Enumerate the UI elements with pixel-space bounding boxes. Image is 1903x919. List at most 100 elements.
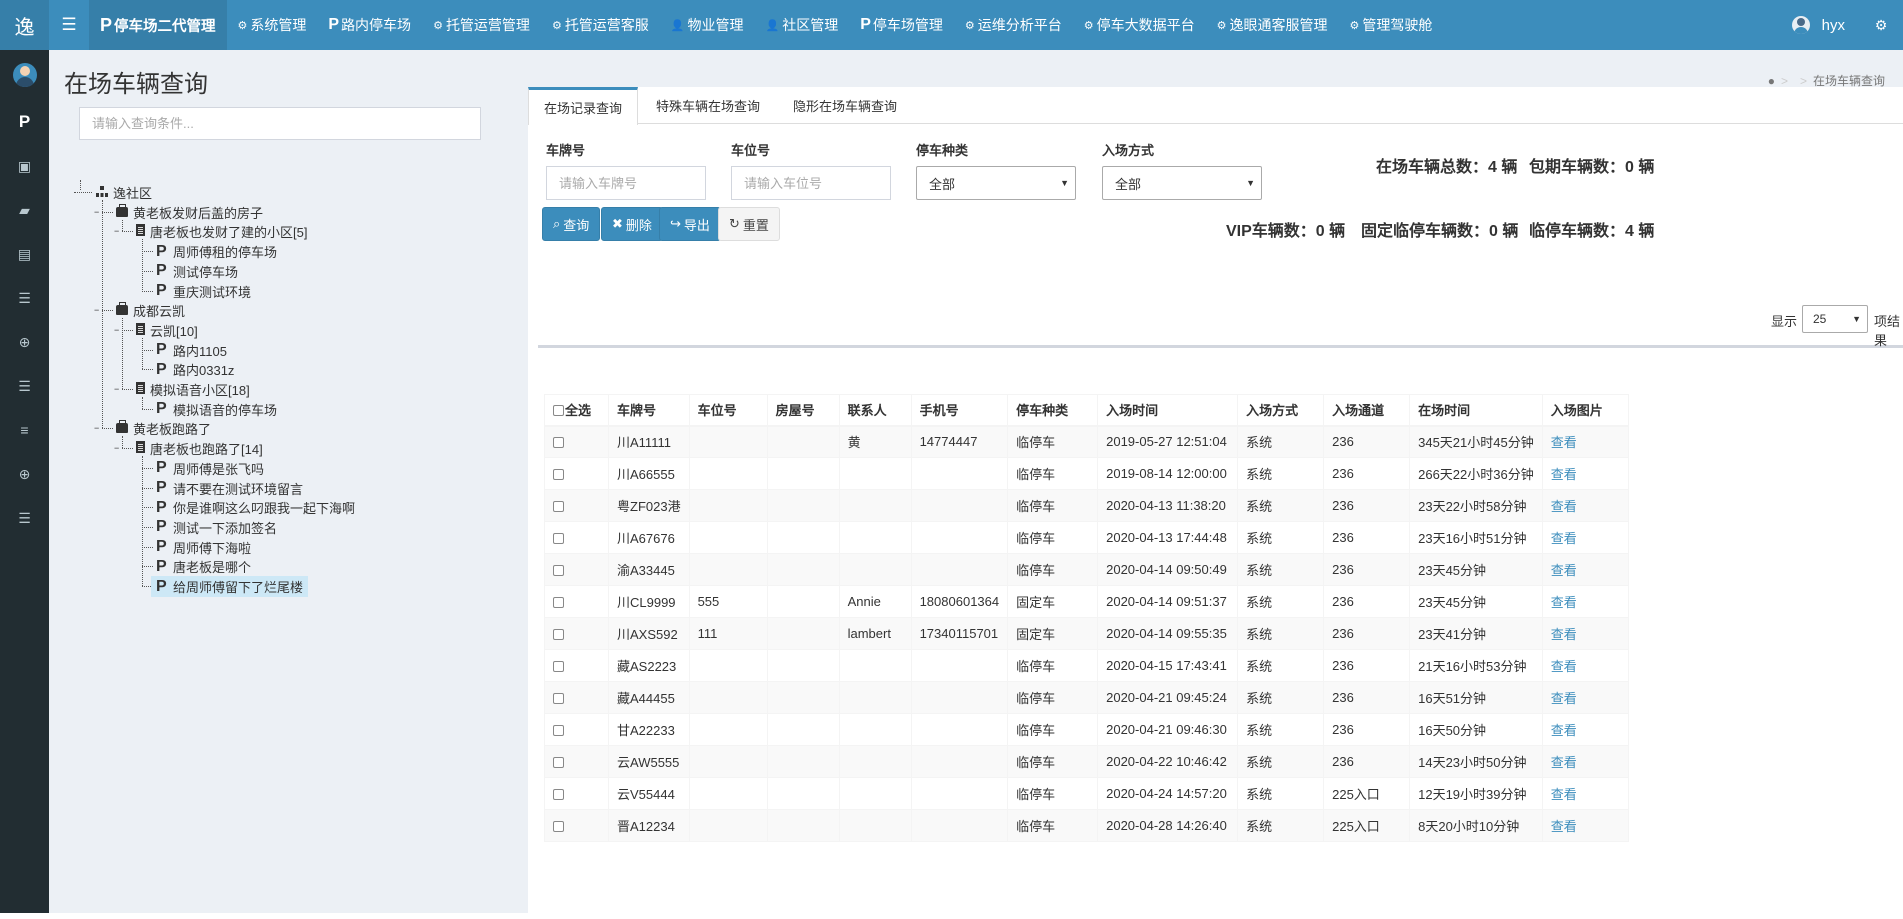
table-row[interactable]: 渝A33445 临停车 2020-04-14 09:50:49 系统 236 23天45分…	[544, 553, 1629, 586]
sidebar-search-plus-icon-2[interactable]: ⊕	[0, 452, 49, 496]
column-header[interactable]: 入场时间	[1097, 394, 1239, 427]
sidebar-list-icon[interactable]: ☰	[0, 276, 49, 320]
column-header[interactable]: 在场时间	[1409, 394, 1543, 427]
tree-node[interactable]: 唐老板也发财了建的小区[5]	[136, 221, 307, 242]
tree-node[interactable]: 黄老板发财后盖的房子	[116, 202, 263, 223]
table-row[interactable]: 川CL9999 555 Annie 18080601364 固定车 2020-04-14 …	[544, 585, 1629, 618]
tree-toggle-icon[interactable]: −	[114, 227, 125, 236]
view-image-link[interactable]: 查看	[1541, 553, 1629, 586]
sidebar-user-avatar[interactable]	[0, 50, 49, 100]
view-image-link[interactable]: 查看	[1541, 809, 1629, 842]
type-select[interactable]: 全部 ▼	[916, 166, 1076, 200]
page-size-select[interactable]: 25 ▼	[1802, 305, 1868, 333]
user-menu[interactable]: hyx	[1778, 16, 1859, 34]
column-header[interactable]: 入场通道	[1323, 394, 1411, 427]
table-row[interactable]: 藏AS2223 临停车 2020-04-15 17:43:41 系统 236 21天16小…	[544, 649, 1629, 682]
sidebar-parking-icon[interactable]: P	[0, 100, 49, 144]
row-checkbox[interactable]	[553, 437, 564, 449]
tree-node[interactable]: 成都云凯	[116, 300, 185, 321]
export-button[interactable]: ↪ 导出	[659, 207, 721, 241]
tree-node[interactable]: P 路内1105	[156, 340, 227, 361]
table-row[interactable]: 藏A44455 临停车 2020-04-21 09:45:24 系统 236 16天51分…	[544, 681, 1629, 714]
tab-0[interactable]: 在场记录查询	[528, 87, 639, 125]
tree-node[interactable]: P 模拟语音的停车场	[156, 399, 277, 420]
view-image-link[interactable]: 查看	[1541, 777, 1629, 810]
view-image-link[interactable]: 查看	[1541, 457, 1629, 490]
column-header[interactable]: 入场图片	[1541, 394, 1629, 427]
nav-item-1[interactable]: ⚙ 系统管理	[227, 0, 318, 50]
nav-item-7[interactable]: P 停车场管理	[849, 0, 954, 50]
column-header[interactable]: 手机号	[910, 394, 1009, 427]
column-header[interactable]: 车位号	[688, 394, 768, 427]
view-image-link[interactable]: 查看	[1541, 649, 1629, 682]
tab-2[interactable]: 隐形在场车辆查询	[778, 87, 912, 124]
row-checkbox[interactable]	[553, 533, 564, 545]
space-input[interactable]	[731, 166, 891, 200]
table-row[interactable]: 粤ZF023港 临停车 2020-04-13 11:38:20 系统 236 23天22小…	[544, 489, 1629, 522]
row-checkbox[interactable]	[553, 821, 564, 833]
tree-node[interactable]: P 请不要在测试环境留言	[156, 478, 303, 499]
column-header[interactable]: 车牌号	[608, 394, 690, 427]
menu-toggle-icon[interactable]: ☰	[49, 0, 89, 50]
row-checkbox[interactable]	[553, 725, 564, 737]
column-header[interactable]: 入场方式	[1237, 394, 1325, 427]
tree-node[interactable]: 模拟语音小区[18]	[136, 379, 250, 400]
reset-button[interactable]: ↻ 重置	[718, 207, 780, 241]
column-header[interactable]: 房屋号	[766, 394, 840, 427]
table-row[interactable]: 甘A22233 临停车 2020-04-21 09:46:30 系统 236 16天50分…	[544, 713, 1629, 746]
tree-node[interactable]: 黄老板跑路了	[116, 418, 211, 439]
nav-item-0[interactable]: P 停车场二代管理	[89, 0, 227, 50]
row-checkbox[interactable]	[553, 693, 564, 705]
tree-node[interactable]: P 测试停车场	[156, 261, 238, 282]
sidebar-bars-icon[interactable]: ≡	[0, 408, 49, 452]
nav-item-8[interactable]: ⚙ 运维分析平台	[954, 0, 1073, 50]
nav-item-11[interactable]: ⚙ 管理驾驶舱	[1339, 0, 1444, 50]
nav-item-5[interactable]: 👤 物业管理	[660, 0, 755, 50]
tree-toggle-icon[interactable]: −	[94, 424, 105, 433]
tree-node[interactable]: P 周师傅下海啦	[156, 537, 251, 558]
nav-item-3[interactable]: ⚙ 托管运营管理	[422, 0, 541, 50]
app-logo[interactable]: 逸	[0, 0, 49, 50]
select-all-checkbox[interactable]	[553, 405, 564, 417]
query-button[interactable]: ⌕ 查询	[542, 207, 601, 241]
nav-item-6[interactable]: 👤 社区管理	[755, 0, 850, 50]
table-row[interactable]: 川A11111 黄 14774447 临停车 2019-05-27 12:51:04 系统…	[544, 425, 1629, 458]
row-checkbox[interactable]	[553, 501, 564, 513]
sidebar-list-icon-2[interactable]: ☰	[0, 364, 49, 408]
view-image-link[interactable]: 查看	[1541, 681, 1629, 714]
tree-node[interactable]: P 给周师傅留下了烂尾楼	[151, 576, 309, 597]
tree-toggle-icon[interactable]: −	[94, 306, 105, 315]
tree-toggle-icon[interactable]: −	[94, 207, 105, 217]
nav-item-4[interactable]: ⚙ 托管运营客服	[541, 0, 660, 50]
table-row[interactable]: 川AXS592 111 lambert 17340115701 固定车 2020-04-1…	[544, 617, 1629, 650]
table-row[interactable]: 云AW5555 临停车 2020-04-22 10:46:42 系统 236 14天23小…	[544, 745, 1629, 778]
sidebar-list-icon-3[interactable]: ☰	[0, 496, 49, 540]
view-image-link[interactable]: 查看	[1541, 585, 1629, 618]
tab-1[interactable]: 特殊车辆在场查询	[641, 87, 775, 124]
table-row[interactable]: 云V55444 临停车 2020-04-24 14:57:20 系统 225入口 12天1…	[544, 777, 1629, 810]
sidebar-car-icon[interactable]: ▰	[0, 188, 49, 232]
row-checkbox[interactable]	[553, 469, 564, 481]
column-header[interactable]: 联系人	[838, 394, 912, 427]
view-image-link[interactable]: 查看	[1541, 617, 1629, 650]
nav-item-10[interactable]: ⚙ 逸眼通客服管理	[1206, 0, 1339, 50]
tree-node[interactable]: P 周师傅租的停车场	[156, 241, 277, 262]
view-image-link[interactable]: 查看	[1541, 425, 1629, 458]
select-all-header[interactable]: 全选	[544, 394, 609, 427]
tree-node[interactable]: 逸社区	[96, 182, 152, 203]
sidebar-search-plus-icon[interactable]: ⊕	[0, 320, 49, 364]
tree-node[interactable]: P 唐老板是哪个	[156, 556, 251, 577]
view-image-link[interactable]: 查看	[1541, 713, 1629, 746]
settings-cogs-icon[interactable]: ⚙	[1859, 17, 1903, 34]
tree-toggle-icon[interactable]: −	[114, 444, 125, 453]
bottom-scrollbar[interactable]	[0, 913, 1903, 919]
delete-button[interactable]: ✖ 删除	[601, 207, 663, 241]
dashboard-icon[interactable]: ●	[1768, 74, 1775, 88]
row-checkbox[interactable]	[553, 629, 564, 641]
tree-node[interactable]: P 周师傅是张飞吗	[156, 458, 264, 479]
tree-node[interactable]: P 你是谁啊这么叼跟我一起下海啊	[156, 497, 355, 518]
plate-input[interactable]	[546, 166, 706, 200]
tree-node[interactable]: 唐老板也跑路了[14]	[136, 438, 263, 459]
sidebar-comments-icon[interactable]: ▣	[0, 144, 49, 188]
view-image-link[interactable]: 查看	[1541, 521, 1629, 554]
